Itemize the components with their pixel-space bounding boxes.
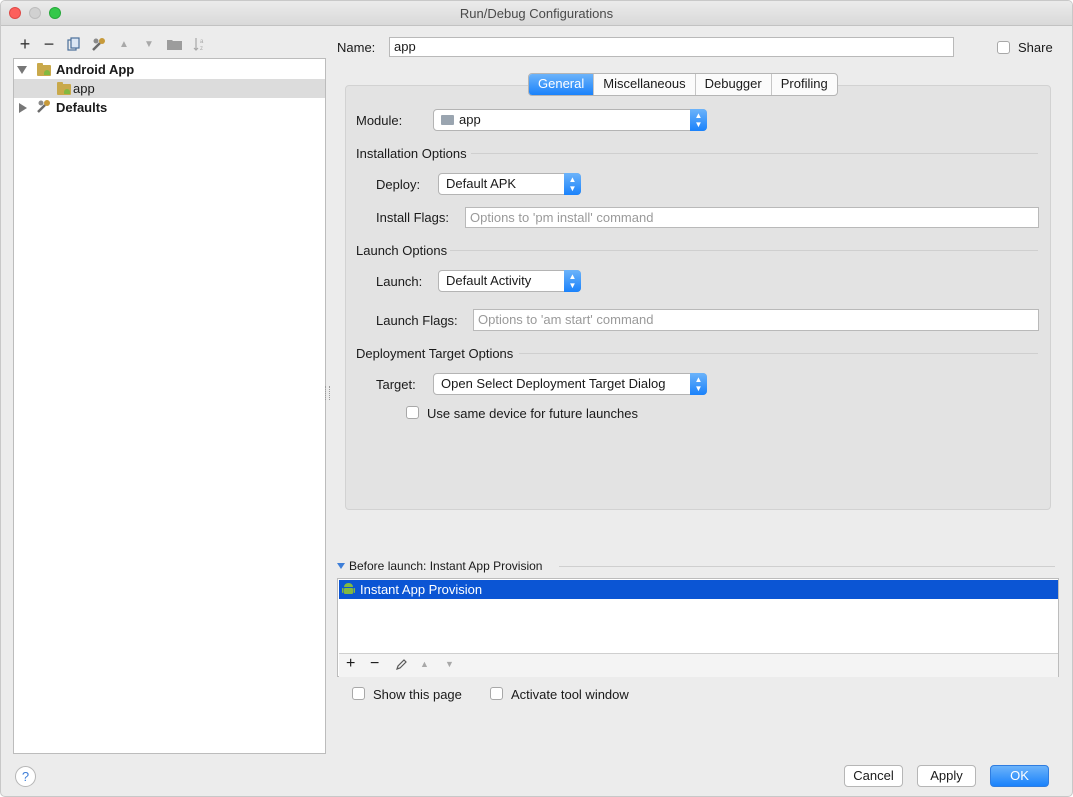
tree-item-label: Defaults <box>56 100 108 115</box>
apply-button[interactable]: Apply <box>917 765 976 787</box>
before-launch-list[interactable]: Instant App Provision + − ▲ ▼ <box>337 578 1059 677</box>
plus-icon[interactable]: + <box>16 34 34 54</box>
deploy-select-value: Default APK <box>446 176 517 191</box>
target-label: Target: <box>376 377 416 392</box>
svg-text:a: a <box>200 39 204 45</box>
install-flags-label: Install Flags: <box>376 210 449 225</box>
list-item[interactable]: Instant App Provision <box>339 580 1058 599</box>
same-device-label: Use same device for future launches <box>427 406 638 421</box>
arrow-up-icon[interactable]: ▲ <box>115 35 133 53</box>
deploy-label: Deploy: <box>376 177 421 192</box>
pencil-icon[interactable] <box>395 658 408 674</box>
wrench-icon[interactable] <box>90 35 108 53</box>
tree-item-android-app[interactable]: Android App <box>14 60 325 79</box>
tree-item-label: Android App <box>56 62 135 77</box>
title-bar: Run/Debug Configurations <box>1 1 1072 26</box>
before-launch-heading: Before launch: Instant App Provision <box>349 559 543 573</box>
configuration-tree[interactable]: Android App app Defaults <box>13 58 326 754</box>
wrench-icon <box>36 99 52 117</box>
tab-general[interactable]: General <box>529 74 595 95</box>
android-app-folder-icon <box>37 63 51 76</box>
svg-text:z: z <box>200 46 203 52</box>
section-divider <box>471 153 1038 154</box>
tab-debugger[interactable]: Debugger <box>696 74 772 95</box>
minus-icon[interactable]: − <box>370 655 379 673</box>
launch-options-heading: Launch Options <box>356 243 448 258</box>
launch-select[interactable]: Default Activity ▲ ▼ <box>438 270 581 292</box>
section-divider <box>559 566 1055 567</box>
splitter-handle[interactable] <box>325 386 330 400</box>
tree-item-app[interactable]: app <box>14 79 325 98</box>
copy-icon[interactable] <box>65 35 83 53</box>
window-title: Run/Debug Configurations <box>459 6 614 21</box>
android-app-config-icon <box>57 82 71 95</box>
sort-icon[interactable]: az <box>191 35 209 53</box>
deployment-target-options-heading: Deployment Target Options <box>356 346 514 361</box>
collapse-arrow-icon[interactable] <box>19 103 27 113</box>
chevron-updown-icon: ▲ ▼ <box>564 270 581 292</box>
launch-label: Launch: <box>376 274 423 289</box>
share-checkbox[interactable] <box>997 41 1010 54</box>
chevron-updown-icon: ▲ ▼ <box>690 373 707 395</box>
install-flags-input[interactable]: Options to 'pm install' command <box>465 207 1039 228</box>
folder-icon[interactable] <box>165 35 183 53</box>
share-label: Share <box>1018 40 1053 55</box>
before-launch-toolbar: + − ▲ ▼ <box>339 653 1058 677</box>
installation-options-heading: Installation Options <box>356 146 467 161</box>
module-select-value: app <box>459 112 481 127</box>
arrow-down-icon[interactable]: ▼ <box>140 35 158 53</box>
chevron-updown-icon: ▲ ▼ <box>564 173 581 195</box>
dialog-window: Run/Debug Configurations + − ▲ ▼ az Andr… <box>0 0 1073 797</box>
section-divider <box>519 353 1038 354</box>
list-item-label: Instant App Provision <box>360 582 483 597</box>
chevron-updown-icon: ▲ ▼ <box>690 109 707 131</box>
same-device-checkbox[interactable] <box>406 406 419 419</box>
activate-tool-window-checkbox[interactable] <box>490 687 503 700</box>
launch-flags-label: Launch Flags: <box>376 313 458 328</box>
deploy-select[interactable]: Default APK ▲ ▼ <box>438 173 581 195</box>
tab-profiling[interactable]: Profiling <box>772 74 837 95</box>
launch-flags-input[interactable]: Options to 'am start' command <box>473 309 1039 331</box>
arrow-up-icon[interactable]: ▲ <box>420 659 429 669</box>
config-tabs: General Miscellaneous Debugger Profiling <box>528 73 838 96</box>
android-icon <box>342 582 355 596</box>
target-select-value: Open Select Deployment Target Dialog <box>441 376 666 391</box>
plus-icon[interactable]: + <box>346 655 355 673</box>
arrow-down-icon[interactable]: ▼ <box>445 659 454 669</box>
activate-tool-window-label: Activate tool window <box>511 687 629 702</box>
tab-miscellaneous[interactable]: Miscellaneous <box>594 74 696 95</box>
expand-arrow-icon[interactable] <box>17 66 27 74</box>
show-page-label: Show this page <box>373 687 462 702</box>
target-select[interactable]: Open Select Deployment Target Dialog ▲ ▼ <box>433 373 707 395</box>
launch-select-value: Default Activity <box>446 273 532 288</box>
cancel-button[interactable]: Cancel <box>844 765 903 787</box>
module-label: Module: <box>356 113 403 128</box>
module-folder-icon <box>441 115 454 125</box>
show-page-checkbox[interactable] <box>352 687 365 700</box>
name-label: Name: <box>337 40 376 55</box>
ok-button[interactable]: OK <box>990 765 1049 787</box>
section-divider <box>450 250 1038 251</box>
collapse-triangle-icon[interactable] <box>337 563 345 569</box>
help-button[interactable]: ? <box>15 766 36 787</box>
name-input[interactable]: app <box>389 37 954 57</box>
module-select[interactable]: app ▲ ▼ <box>433 109 707 131</box>
tree-item-label: app <box>73 81 95 96</box>
tree-item-defaults[interactable]: Defaults <box>14 98 325 117</box>
minus-icon[interactable]: − <box>40 34 58 54</box>
